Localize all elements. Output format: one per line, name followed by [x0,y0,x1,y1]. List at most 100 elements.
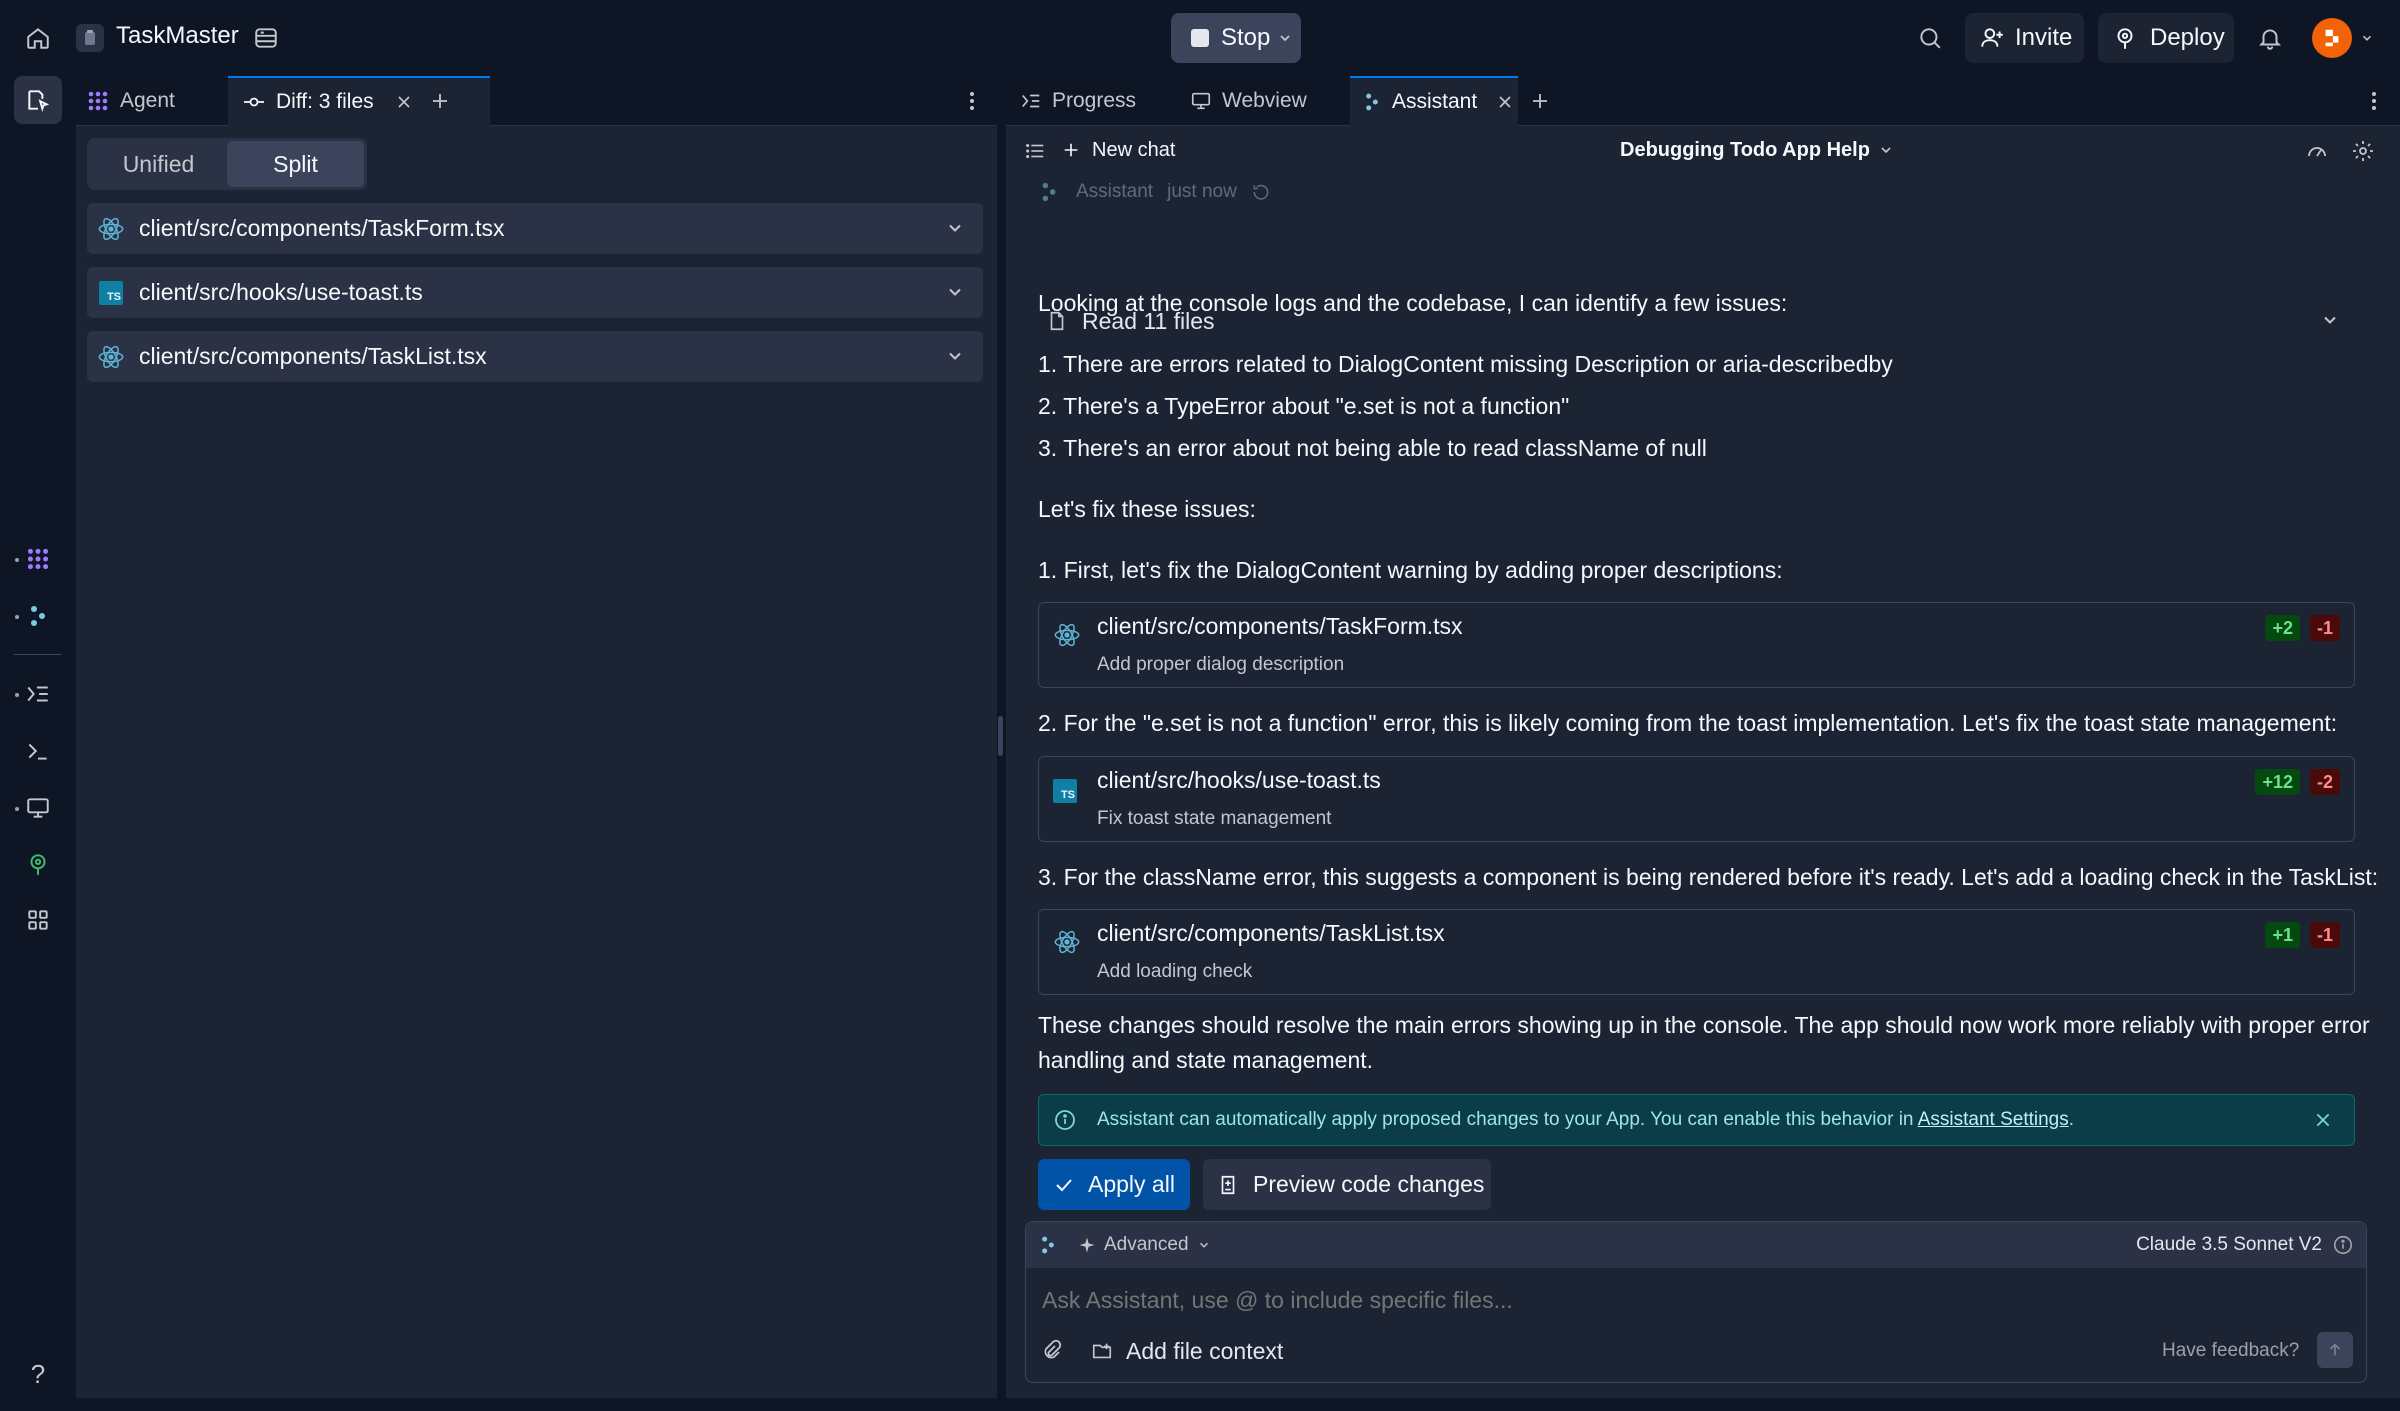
change-description: Add proper dialog description [1097,654,1345,675]
split-view-button[interactable]: Split [227,141,364,187]
apps-grid-icon[interactable] [14,896,62,944]
home-icon[interactable] [18,18,58,58]
shell-icon[interactable] [14,727,62,775]
model-selector[interactable]: Claude 3.5 Sonnet V2 [2136,1232,2354,1258]
sparkle-icon [1078,1236,1096,1254]
message-text: 3. For the className error, this suggest… [1038,864,2379,890]
left-rail: ? [0,76,76,1411]
new-chat-button[interactable]: New chat [1062,136,1175,164]
chevron-down-icon[interactable] [945,218,965,238]
assistant-settings-link[interactable]: Assistant Settings [1918,1109,2069,1130]
diff-file-row[interactable]: client/src/components/TaskList.tsx [87,331,983,382]
change-description: Fix toast state management [1097,808,1332,829]
avatar-chevron-icon[interactable] [2356,26,2378,50]
app-avatar[interactable] [76,24,104,52]
panel-resize-handle[interactable] [998,716,1003,756]
deployments-icon[interactable] [14,840,62,888]
new-tab-plus-icon[interactable] [1528,89,1552,113]
agent-tab-icon [86,89,110,113]
close-tab-icon[interactable] [396,94,412,110]
diff-file-row[interactable]: client/src/components/TaskForm.tsx [87,203,983,254]
history-icon[interactable] [1251,182,1271,202]
auto-apply-info-banner: Assistant can automatically apply propos… [1038,1094,2355,1146]
advanced-mode-label: Advanced [1104,1234,1189,1255]
react-icon [97,215,125,243]
deploy-button[interactable]: Deploy [2098,13,2234,63]
diff-file-path: client/src/hooks/use-toast.ts [139,279,423,305]
chat-input[interactable] [1042,1280,2342,1320]
stop-dropdown-chevron-icon[interactable] [1272,25,1298,51]
progress-icon[interactable] [14,670,62,718]
tab-diff-label: Diff: 3 files [276,90,374,113]
database-icon[interactable] [248,20,284,56]
tab-progress[interactable]: Progress [1006,76,1174,126]
react-icon [1053,928,1081,956]
file-explorer-icon[interactable] [14,76,62,124]
top-bar: TaskMaster Stop Invite Deploy [0,0,2400,76]
invite-button[interactable]: Invite [1965,13,2084,63]
send-button[interactable] [2317,1332,2353,1368]
chat-history-icon[interactable] [1022,138,1048,164]
new-tab-plus-icon[interactable] [428,89,452,113]
lines-added-badge: +1 [2265,922,2300,948]
gear-icon[interactable] [2348,136,2378,166]
plus-icon [1062,141,1080,159]
help-button[interactable]: ? [14,1350,62,1398]
right-panel-menu-icon[interactable] [2362,88,2386,114]
info-icon [2332,1234,2354,1256]
tab-agent-label: Agent [120,89,175,112]
change-file-path: client/src/components/TaskForm.tsx [1097,613,1463,639]
proposed-change-card[interactable]: client/src/components/TaskForm.tsx Add p… [1038,602,2355,688]
chat-title-dropdown[interactable]: Debugging Todo App Help [1620,136,1894,164]
app-name[interactable]: TaskMaster [116,22,239,50]
user-avatar[interactable] [2312,18,2352,58]
tab-assistant[interactable]: Assistant [1350,76,1518,126]
react-icon [1053,621,1081,649]
chevron-down-icon[interactable] [945,282,965,302]
tab-webview[interactable]: Webview [1182,76,1352,126]
chevron-down-icon [1197,1238,1211,1252]
banner-suffix: . [2068,1109,2075,1130]
preview-label: Preview code changes [1253,1171,1485,1197]
folder-plus-icon [1090,1340,1114,1362]
chevron-down-icon [2320,310,2340,330]
message-conclusion: handling and state management. [1038,1047,1374,1073]
progress-tab-icon [1020,90,1042,112]
agent-icon[interactable] [14,535,62,583]
apply-all-button[interactable]: Apply all [1038,1159,1190,1210]
tab-webview-label: Webview [1222,89,1307,112]
info-icon [1053,1108,1077,1132]
add-file-context-button[interactable]: Add file context [1090,1336,1283,1366]
preview-code-changes-button[interactable]: Preview code changes [1203,1159,1491,1210]
assistant-icon[interactable] [14,592,62,640]
search-icon[interactable] [1912,20,1948,56]
add-user-icon [1979,25,2005,51]
proposed-change-card[interactable]: client/src/components/TaskList.tsx Add l… [1038,909,2355,995]
webview-tab-icon [1190,90,1212,112]
chevron-down-icon [1878,142,1894,158]
speedometer-icon[interactable] [2302,136,2332,166]
assistant-composer-icon [1038,1233,1058,1257]
close-icon[interactable] [2314,1111,2332,1129]
apply-all-label: Apply all [1088,1171,1175,1197]
issue-item: 1. There are errors related to DialogCon… [1038,351,1893,377]
unified-view-button[interactable]: Unified [90,141,227,187]
typescript-icon: TS [1053,779,1077,803]
chevron-down-icon[interactable] [945,346,965,366]
rail-divider [14,654,62,655]
assistant-avatar-icon [1038,180,1060,204]
diff-file-icon [1217,1173,1239,1197]
diff-file-row[interactable]: TS client/src/hooks/use-toast.ts [87,267,983,318]
left-panel-menu-icon[interactable] [960,88,984,114]
feedback-link[interactable]: Have feedback? [2162,1340,2299,1362]
close-tab-icon[interactable] [1497,94,1513,110]
tab-progress-label: Progress [1052,89,1137,112]
webview-icon[interactable] [14,784,62,832]
tab-agent[interactable]: Agent [76,76,224,126]
message-header: Assistant just now [1038,178,1271,206]
chat-toolbar: New chat Debugging Todo App Help [1006,126,2400,174]
paperclip-icon[interactable] [1040,1339,1064,1363]
bell-icon[interactable] [2252,20,2288,56]
advanced-mode-dropdown[interactable]: Advanced [1078,1232,1211,1258]
proposed-change-card[interactable]: TS client/src/hooks/use-toast.ts Fix toa… [1038,756,2355,842]
